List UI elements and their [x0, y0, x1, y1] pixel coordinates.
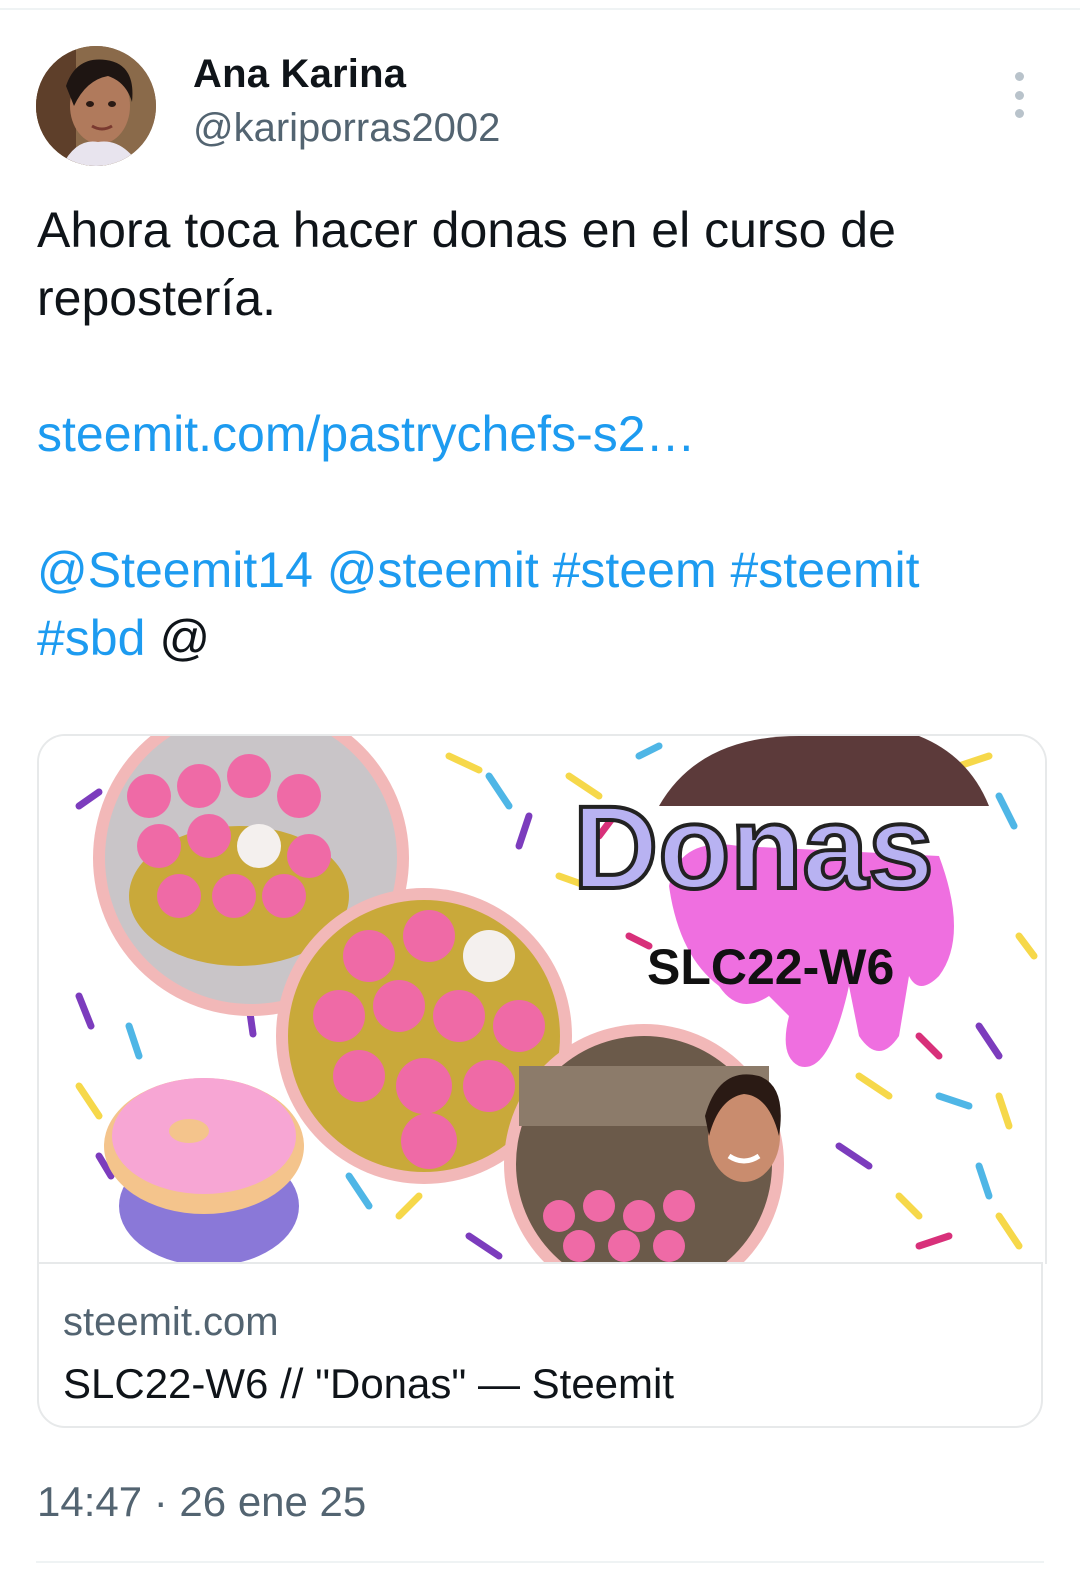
link-card-title: SLC22-W6 // "Donas" — Steemit — [63, 1360, 675, 1407]
avatar-photo — [36, 46, 156, 166]
hashtag-link[interactable]: #sbd — [37, 610, 145, 666]
tweet-text: Ahora toca hacer donas en el curso de re… — [37, 196, 1037, 672]
tweet-timestamp[interactable]: 14:47 · 26 ene 25 — [37, 1478, 366, 1526]
author-handle[interactable]: @kariporras2002 — [193, 106, 500, 151]
link-card-domain: steemit.com — [63, 1300, 279, 1344]
donas-banner-image: Donas SLC22-W6 — [39, 736, 1045, 1264]
bottom-divider — [36, 1561, 1044, 1563]
tweet-link[interactable]: steemit.com/pastrychefs-s2… — [37, 406, 696, 462]
hashtag-link[interactable]: #steemit — [731, 542, 920, 598]
more-options-icon[interactable] — [1002, 72, 1036, 118]
author-name[interactable]: Ana Karina — [193, 52, 406, 97]
tweet-text-line-1: Ahora toca hacer donas en el curso de — [37, 202, 896, 258]
link-card-image[interactable]: Donas SLC22-W6 — [37, 734, 1047, 1264]
avatar[interactable] — [36, 46, 156, 166]
top-divider — [0, 8, 1080, 10]
banner-title: Donas — [573, 782, 934, 914]
link-card[interactable]: steemit.com SLC22-W6 // "Donas" — Steemi… — [37, 1262, 1043, 1428]
tweet-text-line-2: repostería. — [37, 270, 277, 326]
trailing-at: @ — [159, 610, 211, 666]
hashtag-link[interactable]: #steem — [553, 542, 717, 598]
mention-link[interactable]: @Steemit14 — [37, 542, 313, 598]
banner-code: SLC22-W6 — [647, 939, 894, 995]
mention-link[interactable]: @steemit — [327, 542, 539, 598]
